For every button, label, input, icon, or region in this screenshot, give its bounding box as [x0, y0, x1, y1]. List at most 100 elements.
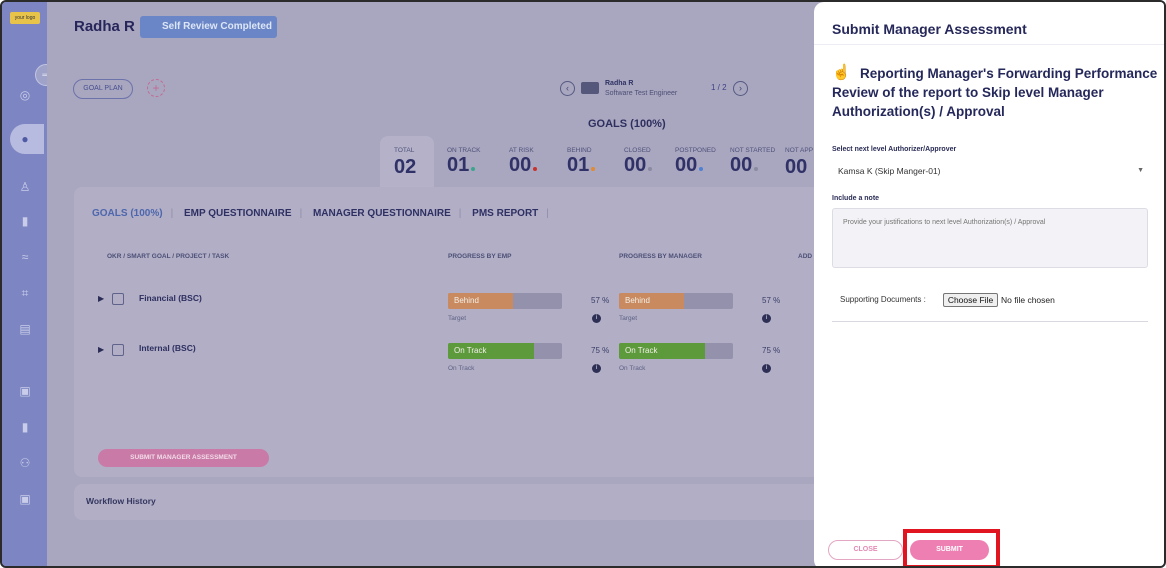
goals-tabs: GOALS (100%) | EMP QUESTIONNAIRE | MANAGER…: [92, 208, 557, 219]
approver-label: Select next level Authorizer/Approver: [832, 146, 957, 153]
users-icon[interactable]: ⚇: [16, 454, 34, 472]
workflow-history-title: Workflow History: [86, 496, 156, 506]
note-textarea[interactable]: [832, 208, 1148, 268]
sidebar: your logo ◎ ● ♙ ▮ ≈ ⌗ ▤ ▣ ▮ ⚇ ▣: [2, 2, 47, 566]
tab-divider: |: [170, 208, 174, 219]
column-header-add: ADD: [798, 253, 813, 260]
employee-name: Radha R: [74, 18, 135, 35]
expand-row-icon[interactable]: ▶: [98, 345, 104, 354]
info-icon[interactable]: i: [592, 314, 601, 323]
approver-select[interactable]: Kamsa K (Skip Manger-01) ▼: [832, 162, 1148, 180]
status-dot: [699, 167, 704, 171]
goals-summary-title: GOALS (100%): [588, 118, 666, 130]
tab-pms-report[interactable]: PMS REPORT: [472, 208, 538, 219]
stat-not-applicable[interactable]: NOT APP 00: [785, 147, 813, 179]
supporting-documents-label: Supporting Documents :: [840, 295, 926, 304]
handshake-icon[interactable]: ≈: [16, 248, 34, 266]
stat-label: ON TRACK: [447, 147, 481, 154]
stat-label: TOTAL: [394, 147, 415, 154]
column-header-progress-manager: PROGRESS BY MANAGER: [619, 253, 702, 260]
app-logo: your logo: [10, 12, 40, 24]
highlight-box: [903, 529, 1000, 566]
goal-title[interactable]: Internal (BSC): [139, 343, 196, 353]
status-dot: [648, 167, 653, 171]
submit-assessment-drawer: Submit Manager Assessment ☝ Reporting Ma…: [814, 2, 1164, 566]
chevron-down-icon: ▼: [1137, 167, 1144, 174]
status-dot: [533, 167, 538, 171]
choose-file-button[interactable]: Choose File: [943, 293, 998, 307]
divider: [832, 321, 1148, 322]
stat-value: 00: [624, 154, 647, 176]
tab-goals[interactable]: GOALS (100%): [92, 208, 163, 219]
stat-on-track[interactable]: ON TRACK 01: [447, 147, 480, 177]
status-dot: [591, 167, 596, 171]
drawer-title: Submit Manager Assessment: [832, 21, 1027, 37]
book-2-icon[interactable]: ▮: [16, 418, 34, 436]
close-button[interactable]: CLOSE: [828, 540, 903, 560]
workflow-history-section[interactable]: Workflow History: [74, 484, 854, 520]
tab-divider: |: [546, 208, 549, 219]
progress-fill: Behind: [619, 293, 684, 309]
report-icon[interactable]: ▣: [16, 490, 34, 508]
stat-label: BEHIND: [567, 147, 592, 154]
progress-percent: 57 %: [762, 296, 781, 305]
stat-value: 01: [567, 154, 590, 176]
progress-sub-label: On Track: [448, 365, 475, 372]
stat-total[interactable]: TOTAL 02: [394, 147, 416, 179]
column-header-goal: OKR / SMART GOAL / PROJECT / TASK: [107, 253, 230, 260]
document-icon[interactable]: ▤: [16, 320, 34, 338]
progress-fill: On Track: [619, 343, 705, 359]
book-icon[interactable]: ▮: [16, 212, 34, 230]
progress-bar-manager: On Track: [619, 343, 733, 359]
employee-card-role: Software Test Engineer: [605, 90, 678, 97]
review-status-badge: Self Review Completed: [140, 16, 277, 38]
target-icon[interactable]: ◎: [16, 86, 34, 104]
progress-percent: 57 %: [591, 296, 610, 305]
goal-plan-button[interactable]: GOAL PLAN: [73, 79, 133, 99]
stat-value: 00: [675, 154, 698, 176]
stat-value: 00: [785, 156, 808, 178]
info-icon[interactable]: i: [762, 364, 771, 373]
stat-value: 02: [394, 156, 417, 178]
stat-label: CLOSED: [624, 147, 651, 154]
expand-row-icon[interactable]: ▶: [98, 294, 104, 303]
column-header-progress-emp: PROGRESS BY EMP: [448, 253, 512, 260]
goal-icon: [112, 344, 124, 356]
prev-employee-icon[interactable]: ‹: [560, 81, 575, 96]
progress-percent: 75 %: [762, 346, 781, 355]
submit-manager-assessment-button[interactable]: SUBMIT MANAGER ASSESSMENT: [98, 449, 269, 467]
status-dot: [754, 167, 759, 171]
chart-icon[interactable]: ▣: [16, 382, 34, 400]
team-icon[interactable]: ●: [16, 130, 34, 148]
info-icon[interactable]: i: [592, 364, 601, 373]
employee-card-icon: [581, 82, 599, 94]
info-icon[interactable]: i: [762, 314, 771, 323]
approver-selected-value: Kamsa K (Skip Manger-01): [838, 166, 941, 176]
tab-manager-questionnaire[interactable]: MANAGER QUESTIONNAIRE: [313, 208, 451, 219]
divider: [814, 44, 1164, 45]
progress-fill: Behind: [448, 293, 513, 309]
goal-title[interactable]: Financial (BSC): [139, 293, 202, 303]
stat-behind[interactable]: BEHIND 01: [567, 147, 596, 177]
file-status-text: No file chosen: [1001, 295, 1055, 305]
next-employee-icon[interactable]: ›: [733, 81, 748, 96]
org-chart-icon[interactable]: ⌗: [16, 284, 34, 302]
app-frame: your logo ◎ ● ♙ ▮ ≈ ⌗ ▤ ▣ ▮ ⚇ ▣ ⇒ Radha …: [0, 0, 1166, 568]
goal-icon: [112, 293, 124, 305]
tab-emp-questionnaire[interactable]: EMP QUESTIONNAIRE: [184, 208, 292, 219]
status-dot: [471, 167, 476, 171]
add-goal-icon[interactable]: +: [147, 79, 165, 97]
stat-postponed[interactable]: POSTPONED 00: [675, 147, 716, 177]
drawer-heading: Reporting Manager's Forwarding Performan…: [832, 66, 1158, 119]
progress-sub-label: On Track: [619, 365, 646, 372]
progress-bar-manager: Behind: [619, 293, 733, 309]
goals-panel: GOALS (100%) | EMP QUESTIONNAIRE | MANAGER…: [74, 187, 854, 477]
progress-sub-label: Target: [619, 315, 638, 322]
stat-not-started[interactable]: NOT STARTED 00: [730, 147, 775, 177]
stat-at-risk[interactable]: AT RISK 00: [509, 147, 538, 177]
progress-bar-emp: Behind: [448, 293, 562, 309]
stat-closed[interactable]: CLOSED 00: [624, 147, 653, 177]
person-icon[interactable]: ♙: [16, 178, 34, 196]
stat-value: 00: [509, 154, 532, 176]
stat-label: NOT STARTED: [730, 147, 776, 154]
